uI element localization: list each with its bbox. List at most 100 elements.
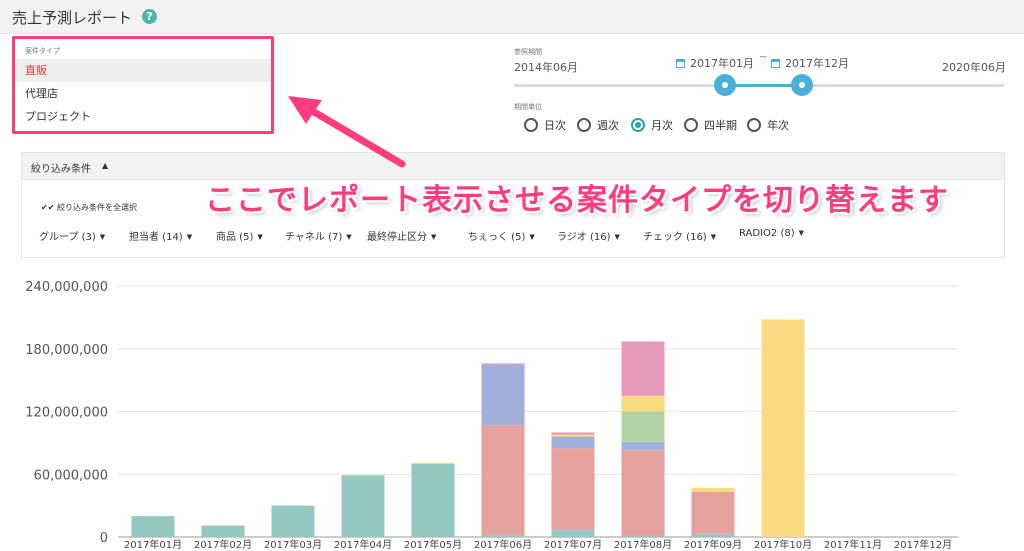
report-page: 売上予測レポート ? 案件タイプ 直販 代理店 プロジェクト 参照期間 2014…	[0, 0, 1024, 551]
bar-segment	[691, 492, 735, 534]
dropdown-label: RADIO2 (8)	[739, 228, 795, 239]
deal-type-item-project[interactable]: プロジェクト	[15, 105, 271, 128]
radio-icon	[577, 118, 591, 132]
filter-dropdown-last-stop[interactable]: 最終停止区分 ▼	[367, 228, 436, 243]
bar-segment	[621, 535, 665, 537]
period-slider-start-handle[interactable]	[714, 74, 736, 96]
caret-down-icon: ▼	[99, 233, 106, 241]
filter-dropdown-owner[interactable]: 担当者 (14) ▼	[129, 228, 192, 243]
bar-segment	[551, 529, 595, 537]
deal-type-item-direct[interactable]: 直販	[15, 59, 271, 82]
x-tick-label: 2017年08月	[614, 538, 672, 551]
chevron-up-icon: ▲	[102, 161, 109, 170]
bar-segment	[411, 463, 455, 537]
y-tick-label: 60,000,000	[34, 468, 108, 483]
bar-segment	[481, 363, 525, 365]
x-tick-label: 2017年03月	[264, 538, 322, 551]
bar-segment	[691, 533, 735, 537]
caret-down-icon: ▼	[710, 233, 717, 241]
dropdown-label: ちぇっく (5)	[468, 232, 526, 243]
unit-radio-quarterly[interactable]: 四半期	[684, 118, 737, 133]
bar-segment	[481, 534, 525, 537]
start-date-chip[interactable]: 2017年01月	[676, 55, 754, 71]
x-tick-label: 2017年10月	[754, 538, 812, 551]
caret-down-icon: ▼	[614, 233, 620, 241]
x-tick-label: 2017年06月	[474, 538, 532, 551]
unit-radio-yearly[interactable]: 年次	[747, 118, 789, 133]
bar-segment	[691, 487, 735, 493]
dropdown-label: 担当者 (14)	[129, 232, 183, 243]
filter-title: 絞り込み条件	[31, 164, 91, 175]
double-check-icon: ✔✔	[41, 203, 57, 212]
filter-dropdown-channel[interactable]: チャネル (7) ▼	[285, 228, 352, 243]
deal-type-panel: 案件タイプ 直販 代理店 プロジェクト	[12, 36, 274, 134]
unit-radio-label: 月次	[651, 119, 673, 132]
x-tick-label: 2017年04月	[334, 538, 392, 551]
x-tick-label: 2017年11月	[824, 538, 882, 551]
unit-radio-label: 四半期	[704, 119, 737, 132]
select-all-filters[interactable]: ✔✔ 絞り込み条件を全選択	[41, 202, 137, 213]
bar-segment	[551, 448, 595, 530]
bar-segment	[131, 516, 175, 537]
radio-icon	[747, 118, 761, 132]
dropdown-label: チェック (16)	[643, 232, 707, 243]
annotation-text: ここでレポート表示させる案件タイプを切り替えます	[205, 183, 949, 218]
start-date-value: 2017年01月	[690, 57, 754, 70]
caret-down-icon: ▼	[529, 233, 535, 241]
unit-radio-daily[interactable]: 日次	[524, 118, 566, 133]
dropdown-label: 商品 (5)	[216, 232, 254, 243]
radio-icon	[524, 118, 538, 132]
unit-radio-label: 日次	[544, 119, 566, 132]
unit-radio-label: 週次	[597, 119, 619, 132]
caret-down-icon: ▼	[798, 229, 805, 237]
x-tick-label: 2017年09月	[684, 538, 742, 551]
x-tick-label: 2017年07月	[544, 538, 602, 551]
bar-segment	[621, 411, 665, 442]
help-circle-icon[interactable]: ?	[142, 9, 157, 24]
bar-segment	[271, 505, 315, 537]
end-date-value: 2017年12月	[785, 57, 849, 70]
page-title: 売上予測レポート	[12, 9, 133, 27]
bar-segment	[621, 395, 665, 412]
dropdown-label: ラジオ (16)	[557, 232, 611, 243]
deal-type-item-agency[interactable]: 代理店	[15, 82, 271, 105]
deal-type-caption: 案件タイプ	[25, 47, 60, 55]
caret-down-icon: ▼	[257, 233, 263, 241]
filter-dropdown-radio2[interactable]: RADIO2 (8) ▼	[739, 228, 804, 239]
calendar-icon	[771, 59, 780, 68]
period-unit-caption: 期間単位	[514, 103, 542, 111]
sales-forecast-chart: 0 60,000,000 120,000,000 180,000,000 240,000…	[25, 280, 958, 551]
filter-dropdown-group[interactable]: グループ (3) ▼	[39, 228, 105, 243]
bar-segment	[201, 525, 245, 537]
y-tick-label: 180,000,000	[25, 343, 108, 358]
filter-dropdown-check-hira[interactable]: ちぇっく (5) ▼	[468, 228, 535, 243]
period-caption: 参照期間	[514, 48, 542, 56]
x-tick-label: 2017年12月	[894, 538, 952, 551]
period-range-end: 2020年06月	[942, 61, 1006, 74]
select-all-label: 絞り込み条件を全選択	[56, 203, 137, 212]
page-header: 売上予測レポート ?	[0, 0, 1024, 34]
period-range-start: 2014年06月	[514, 61, 578, 74]
filter-dropdown-radio[interactable]: ラジオ (16) ▼	[557, 228, 620, 243]
annotation-arrow	[288, 96, 406, 168]
bar-segment	[551, 432, 595, 435]
x-tick-label: 2017年05月	[404, 538, 462, 551]
x-tick-label: 2017年01月	[124, 538, 182, 551]
caret-down-icon: ▼	[186, 233, 193, 241]
filter-dropdown-check[interactable]: チェック (16) ▼	[643, 228, 716, 243]
unit-radio-weekly[interactable]: 週次	[577, 118, 619, 133]
radio-icon	[684, 118, 698, 132]
unit-radio-monthly[interactable]: 月次	[631, 118, 673, 133]
end-date-chip[interactable]: 2017年12月	[771, 55, 849, 71]
dropdown-label: チャネル (7)	[285, 232, 343, 243]
y-tick-label: 240,000,000	[25, 280, 108, 295]
unit-radio-label: 年次	[767, 119, 789, 132]
period-slider-end-handle[interactable]	[791, 74, 813, 96]
x-tick-label: 2017年02月	[194, 538, 252, 551]
dropdown-label: 最終停止区分	[367, 232, 427, 243]
bar-segment	[481, 364, 525, 426]
caret-down-icon: ▼	[346, 233, 352, 241]
bar-segment	[551, 434, 595, 437]
filter-dropdown-product[interactable]: 商品 (5) ▼	[216, 228, 263, 243]
date-separator: ~	[759, 52, 768, 63]
